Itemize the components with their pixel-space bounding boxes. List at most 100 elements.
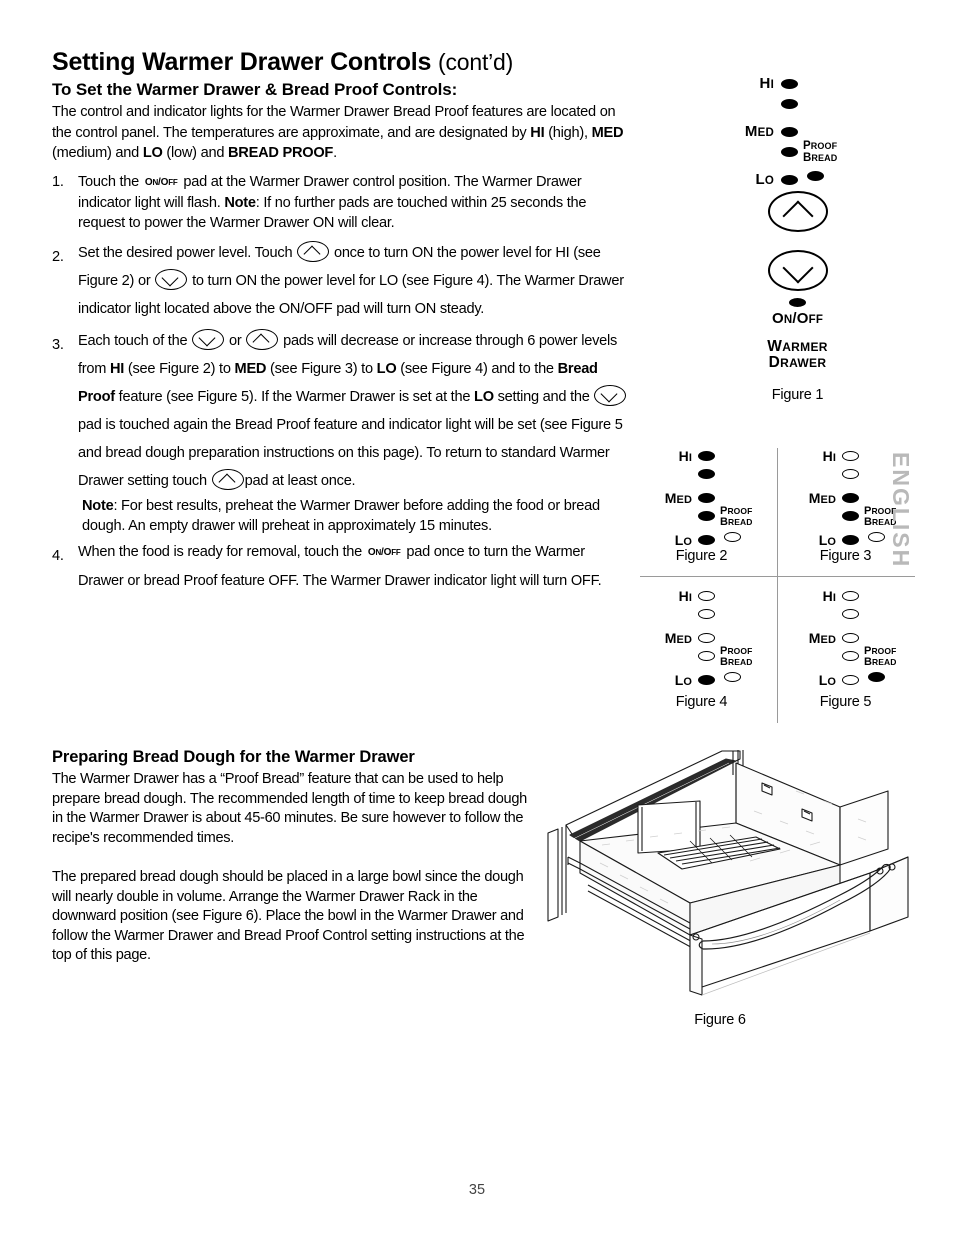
indicator-dot-proof-bread: [724, 672, 741, 682]
indicator-dot-4: [842, 511, 859, 521]
indicator-dot-med: [698, 493, 715, 503]
indicator-dot-med: [781, 126, 798, 137]
figure-5-panel: HI MED LO PROOF BREAD: [784, 588, 921, 688]
indicator-dot-4: [698, 651, 715, 661]
grid-divider-horizontal: [640, 576, 915, 577]
label-med: MED: [744, 123, 774, 140]
figure-6: Figure 6: [540, 745, 940, 1028]
page-title: Setting Warmer Drawer Controls (cont’d): [52, 48, 513, 77]
figure-5-caption: Figure 5: [819, 694, 872, 710]
indicator-row-2: [640, 469, 715, 479]
label-proof-bread: PROOF BREAD: [720, 505, 753, 528]
bread-section-paragraph-2: The prepared bread dough should be place…: [52, 869, 525, 963]
indicator-dot-lo: [698, 535, 715, 545]
indicator-dot-2: [698, 609, 715, 619]
indicator-dot-med: [842, 493, 859, 503]
warmer-drawer-illustration: [547, 750, 909, 996]
indicator-dot-hi: [698, 451, 715, 461]
up-arrow-pad-icon[interactable]: [211, 469, 244, 490]
label-proof-bread: PROOF BREAD: [720, 645, 753, 668]
indicator-dot-hi: [781, 78, 798, 89]
step-2-number: 2.: [52, 249, 64, 265]
step-3-note-label: Note: [82, 498, 114, 514]
label-hi: HI: [678, 448, 692, 464]
label-lo: LO: [674, 672, 692, 688]
step-3-text-i: pad at least once.: [244, 473, 356, 489]
indicator-row-hi: HI: [784, 448, 859, 464]
step-3-note: Note: For best results, preheat the Warm…: [78, 496, 632, 536]
label-med: MED: [664, 490, 692, 506]
indicator-dot-hi: [842, 591, 859, 601]
step-1-text-a: Touch the: [78, 174, 140, 190]
indicator-dot-2: [781, 99, 798, 109]
page-title-contd: (cont’d): [438, 49, 514, 75]
intro-lo: LO: [142, 145, 163, 161]
indicator-row-lo: LO: [640, 672, 715, 688]
intro-text-3: (medium) and: [52, 145, 143, 161]
onoff-pad-icon: ON/OFF: [144, 177, 178, 188]
indicator-row-4: [640, 511, 715, 521]
figure-4: HI MED LO PROOF BREAD Figure 4: [640, 588, 777, 716]
indicator-row-4: [784, 651, 859, 661]
bread-section-heading: Preparing Bread Dough for the Warmer Dra…: [52, 748, 415, 766]
step-3: 3. Each touch of the or pads will decrea…: [52, 327, 632, 536]
indicator-row-hi: HI: [690, 75, 798, 92]
label-hi: HI: [822, 448, 836, 464]
step-3-lo: LO: [376, 361, 397, 377]
indicator-row-4: [640, 651, 715, 661]
intro-med: MED: [591, 124, 624, 141]
step-3-text-d: (see Figure 3) to: [266, 361, 377, 377]
up-arrow-button[interactable]: [767, 191, 828, 232]
indicator-row-2: [690, 99, 798, 109]
step-1-text: Touch the ON/OFF pad at the Warmer Drawe…: [78, 172, 632, 233]
label-proof-bread: PROOF BREAD: [864, 645, 897, 668]
indicator-dot-proof-bread: [868, 672, 885, 682]
indicator-dot-hi: [842, 451, 859, 461]
intro-hi: HI: [530, 124, 545, 141]
warmer-drawer-label: WARMER DRAWER: [767, 338, 828, 371]
down-arrow-pad-icon[interactable]: [594, 385, 627, 406]
indicator-dot-hi: [698, 591, 715, 601]
down-arrow-button[interactable]: [767, 250, 828, 291]
intro-text-4: (low) and: [162, 145, 229, 161]
indicator-dot-lo: [781, 174, 798, 185]
figure-2-caption: Figure 2: [675, 548, 728, 564]
instruction-steps: 1. Touch the ON/OFF pad at the Warmer Dr…: [52, 172, 632, 597]
indicator-row-hi: HI: [640, 588, 715, 604]
label-lo: LO: [818, 532, 836, 548]
label-lo: LO: [755, 171, 774, 188]
step-3-text: Each touch of the or pads will decrease …: [78, 327, 632, 495]
down-arrow-pad-icon[interactable]: [155, 269, 188, 290]
grid-divider-vertical: [777, 448, 778, 723]
step-3-lo2: LO: [474, 389, 494, 405]
page-subtitle: To Set the Warmer Drawer & Bread Proof C…: [52, 80, 458, 99]
up-arrow-pad-icon[interactable]: [246, 329, 279, 350]
step-3-text-g: setting and the: [497, 389, 590, 405]
step-2-text-a: Set the desired power level. Touch: [78, 245, 293, 261]
language-side-tab: ENGLISH: [888, 451, 914, 569]
label-med: MED: [664, 630, 692, 646]
step-3-number: 3.: [52, 337, 64, 353]
step-3-text-a: Each touch of the: [78, 333, 188, 349]
indicator-row-lo: LO: [784, 672, 859, 688]
indicator-row-lo: LO: [690, 171, 798, 188]
manual-page: Setting Warmer Drawer Controls (cont’d) …: [0, 0, 954, 1239]
indicator-row-med: MED: [784, 490, 859, 506]
step-2-text: Set the desired power level. Touch once …: [78, 239, 632, 323]
step-1-number: 1.: [52, 174, 64, 190]
step-4-number: 4.: [52, 548, 64, 564]
onoff-pad-label[interactable]: ON/OFF: [690, 310, 905, 327]
indicator-row-2: [784, 469, 859, 479]
step-3-hi: HI: [110, 361, 125, 377]
indicator-row-2: [784, 609, 859, 619]
figure-6-caption: Figure 6: [694, 1012, 746, 1028]
step-3-text-c: (see Figure 2) to: [124, 361, 235, 377]
figure-1: HI MED LO PROOF BREAD ON/OFF WARMER DRAW…: [690, 75, 905, 403]
figure-4-panel: HI MED LO PROOF BREAD: [640, 588, 777, 688]
step-3-med: MED: [234, 361, 267, 377]
figure-2: HI MED LO PROOF BREAD Figure 2: [640, 448, 777, 576]
up-arrow-pad-icon[interactable]: [297, 241, 330, 262]
indicator-row-2: [640, 609, 715, 619]
down-arrow-pad-icon[interactable]: [192, 329, 225, 350]
indicator-dot-4: [698, 511, 715, 521]
